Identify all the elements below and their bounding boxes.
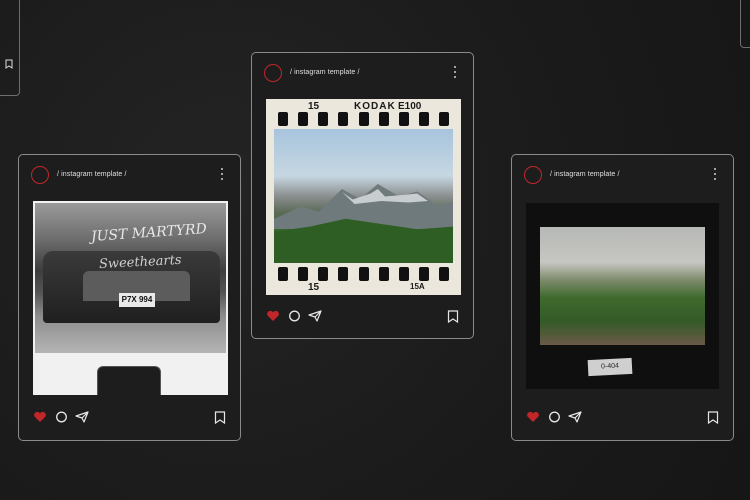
film-frame-number: 15 — [308, 101, 320, 112]
heart-icon[interactable] — [33, 411, 47, 423]
post-card-2[interactable]: / instagram template / 15 KODAK E100 15 … — [251, 52, 474, 339]
partial-card-left — [0, 0, 20, 96]
bookmark-icon[interactable] — [214, 411, 226, 424]
post-photo: 0-404 — [526, 203, 719, 389]
send-icon[interactable] — [568, 411, 582, 423]
film-frame-code: 15A — [410, 282, 425, 291]
post-actions — [266, 310, 459, 326]
more-vertical-icon[interactable] — [449, 63, 461, 81]
comment-icon[interactable] — [548, 411, 562, 423]
post-header: / instagram template / — [264, 63, 461, 87]
hillside-photo — [540, 227, 705, 345]
comment-icon[interactable] — [55, 411, 69, 423]
heart-icon[interactable] — [266, 310, 280, 322]
post-header: / instagram template / — [31, 165, 228, 189]
more-vertical-icon[interactable] — [216, 165, 228, 183]
post-actions — [33, 411, 226, 427]
avatar[interactable] — [524, 166, 542, 184]
slide-label: 0-404 — [587, 357, 633, 377]
send-icon[interactable] — [75, 411, 89, 423]
film-brand: KODAK — [354, 101, 396, 112]
partial-card-right — [740, 0, 750, 48]
post-card-3[interactable]: / instagram template / 0-404 — [511, 154, 734, 441]
more-vertical-icon[interactable] — [709, 165, 721, 183]
car-window-text: JUST MARTYRD — [90, 220, 208, 246]
bookmark-icon[interactable] — [707, 411, 719, 424]
post-photo: JUST MARTYRD Sweethearts P7X 994 — [33, 201, 228, 395]
avatar[interactable] — [264, 64, 282, 82]
film-perforations-bottom — [278, 267, 449, 281]
send-icon[interactable] — [308, 310, 322, 322]
film-frame-number-bottom: 15 — [308, 282, 320, 293]
bookmark-icon — [5, 59, 13, 69]
post-actions — [526, 411, 719, 427]
film-stock: E100 — [398, 101, 422, 112]
post-handle: / instagram template / — [550, 171, 620, 178]
post-card-1[interactable]: / instagram template / JUST MARTYRD Swee… — [18, 154, 241, 441]
post-photo: 15 KODAK E100 15 15A — [266, 99, 461, 295]
mountain-photo — [274, 129, 453, 263]
avatar[interactable] — [31, 166, 49, 184]
polaroid-tab — [97, 366, 161, 395]
post-handle: / instagram template / — [57, 171, 127, 178]
comment-icon[interactable] — [288, 310, 302, 322]
post-header: / instagram template / — [524, 165, 721, 189]
wedding-car-photo: JUST MARTYRD Sweethearts P7X 994 — [35, 203, 226, 353]
film-perforations-top — [278, 112, 449, 126]
post-handle: / instagram template / — [290, 69, 360, 76]
bookmark-icon[interactable] — [447, 310, 459, 323]
license-plate: P7X 994 — [119, 293, 155, 307]
heart-icon[interactable] — [526, 411, 540, 423]
